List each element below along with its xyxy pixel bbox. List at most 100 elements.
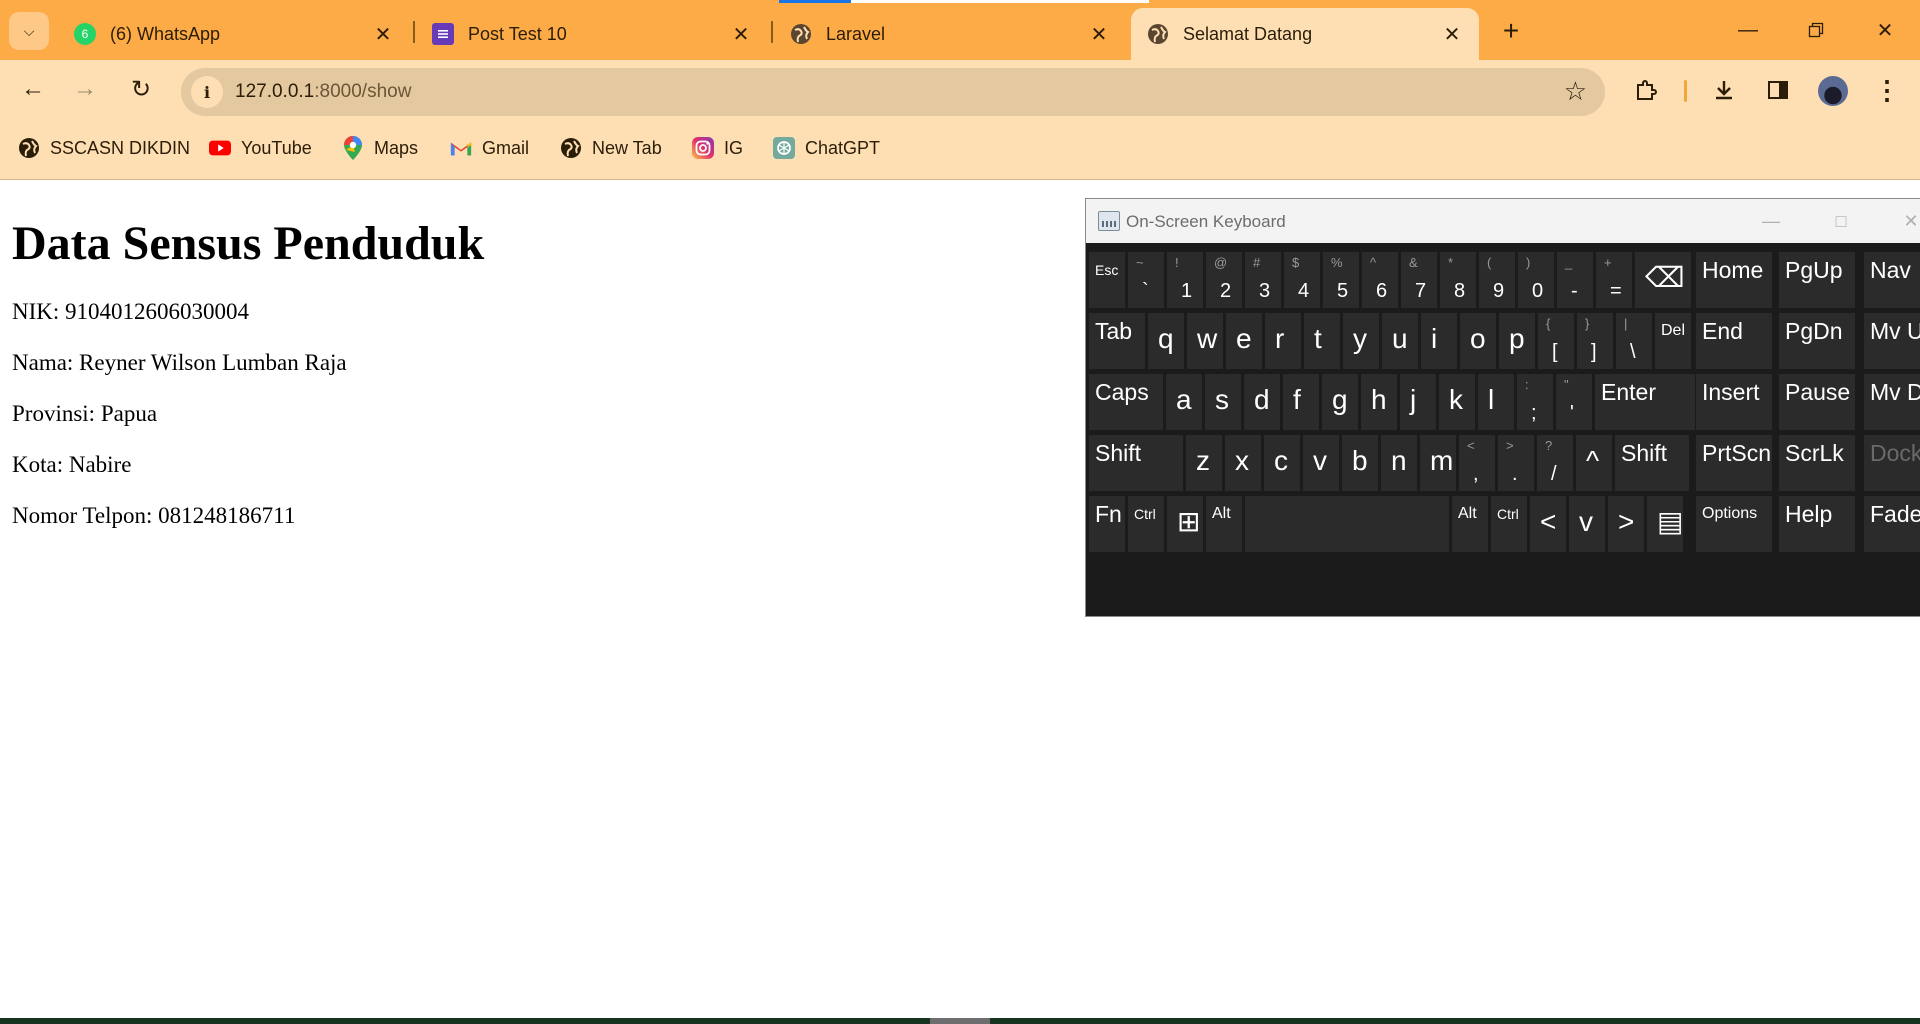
- osk-key[interactable]: & 7: [1400, 251, 1438, 309]
- osk-key[interactable]: ) 0: [1517, 251, 1555, 309]
- osk-key[interactable]: a: [1165, 373, 1203, 431]
- bookmark-youtube[interactable]: YouTube: [209, 136, 312, 160]
- osk-key[interactable]: ^: [1575, 434, 1613, 492]
- osk-key[interactable]: <,: [1458, 434, 1496, 492]
- osk-key[interactable]: Ctrl: [1490, 495, 1528, 553]
- osk-key[interactable]: [1244, 495, 1450, 553]
- osk-key[interactable]: Shift: [1614, 434, 1690, 492]
- osk-key[interactable]: ^ 6: [1361, 251, 1399, 309]
- osk-key[interactable]: Del: [1654, 312, 1692, 370]
- osk-key[interactable]: % 5: [1322, 251, 1360, 309]
- osk-key[interactable]: v: [1568, 495, 1606, 553]
- bookmark-maps[interactable]: Maps: [342, 136, 418, 160]
- osk-key[interactable]: y: [1342, 312, 1380, 370]
- osk-title-bar[interactable]: On-Screen Keyboard — □ ✕: [1086, 199, 1920, 243]
- osk-key[interactable]: Dock: [1863, 434, 1920, 492]
- osk-key[interactable]: v: [1302, 434, 1340, 492]
- osk-key[interactable]: @2: [1205, 251, 1243, 309]
- osk-key[interactable]: PgDn: [1778, 312, 1856, 370]
- osk-key[interactable]: $4: [1283, 251, 1321, 309]
- osk-key[interactable]: e: [1225, 312, 1263, 370]
- osk-key[interactable]: ScrLk: [1778, 434, 1856, 492]
- osk-key[interactable]: Help: [1778, 495, 1856, 553]
- close-icon[interactable]: ✕: [1088, 23, 1110, 46]
- close-icon[interactable]: ✕: [730, 23, 752, 46]
- osk-key[interactable]: >.: [1497, 434, 1535, 492]
- minimize-button[interactable]: —: [1718, 8, 1778, 52]
- osk-key[interactable]: h: [1360, 373, 1398, 431]
- osk-key[interactable]: z: [1185, 434, 1223, 492]
- osk-key[interactable]: + =: [1595, 251, 1633, 309]
- osk-key[interactable]: ~ `: [1127, 251, 1165, 309]
- osk-key[interactable]: Tab: [1088, 312, 1146, 370]
- osk-key[interactable]: i: [1420, 312, 1458, 370]
- osk-key[interactable]: w: [1186, 312, 1224, 370]
- osk-key[interactable]: Alt: [1451, 495, 1489, 553]
- osk-key[interactable]: (9: [1478, 251, 1516, 309]
- osk-key[interactable]: * 8: [1439, 251, 1477, 309]
- osk-key[interactable]: m: [1419, 434, 1457, 492]
- osk-key[interactable]: End: [1695, 312, 1773, 370]
- osk-key[interactable]: Fade: [1863, 495, 1920, 553]
- osk-key[interactable]: Nav: [1863, 251, 1920, 309]
- osk-key[interactable]: <: [1529, 495, 1567, 553]
- osk-key[interactable]: Fn: [1088, 495, 1126, 553]
- bookmark-chatgpt[interactable]: ChatGPT: [773, 136, 880, 160]
- osk-key[interactable]: }]: [1576, 312, 1614, 370]
- osk-key[interactable]: u: [1381, 312, 1419, 370]
- new-tab-button[interactable]: +: [1494, 14, 1528, 48]
- site-info-icon[interactable]: i: [191, 76, 223, 108]
- scroll-thumb[interactable]: [930, 1018, 990, 1024]
- tab-post-test-10[interactable]: Post Test 10 ✕: [416, 8, 768, 60]
- osk-key[interactable]: Esc: [1088, 251, 1126, 309]
- osk-key[interactable]: " ': [1555, 373, 1593, 431]
- forward-button[interactable]: →: [66, 70, 104, 108]
- close-icon[interactable]: ✕: [1441, 23, 1463, 46]
- profile-avatar[interactable]: [1818, 76, 1848, 106]
- close-window-button[interactable]: ✕: [1855, 8, 1915, 52]
- osk-key[interactable]: :;: [1516, 373, 1554, 431]
- osk-key[interactable]: n: [1380, 434, 1418, 492]
- osk-key[interactable]: o: [1459, 312, 1497, 370]
- osk-key[interactable]: d: [1243, 373, 1281, 431]
- osk-key[interactable]: ⊞: [1166, 495, 1204, 553]
- osk-key[interactable]: x: [1224, 434, 1262, 492]
- restore-button[interactable]: [1786, 8, 1846, 52]
- close-icon[interactable]: ✕: [372, 23, 394, 46]
- osk-key[interactable]: ? /: [1536, 434, 1574, 492]
- osk-key[interactable]: PgUp: [1778, 251, 1856, 309]
- osk-key[interactable]: | \: [1615, 312, 1653, 370]
- osk-key[interactable]: c: [1263, 434, 1301, 492]
- osk-key[interactable]: Alt: [1205, 495, 1243, 553]
- bookmark-star-icon[interactable]: ☆: [1564, 77, 1587, 105]
- osk-key[interactable]: g: [1321, 373, 1359, 431]
- osk-key[interactable]: Mv Dn: [1863, 373, 1920, 431]
- url-text[interactable]: 127.0.0.1:8000/show: [235, 81, 411, 103]
- osk-key[interactable]: b: [1341, 434, 1379, 492]
- back-button[interactable]: ←: [14, 70, 52, 108]
- osk-key[interactable]: >: [1607, 495, 1645, 553]
- osk-key[interactable]: j: [1399, 373, 1437, 431]
- extensions-button[interactable]: [1628, 72, 1664, 108]
- osk-minimize-button[interactable]: —: [1756, 207, 1786, 235]
- osk-key[interactable]: Caps: [1088, 373, 1164, 431]
- osk-key[interactable]: ⌫: [1634, 251, 1692, 309]
- osk-key[interactable]: q: [1147, 312, 1185, 370]
- osk-key[interactable]: Insert: [1695, 373, 1773, 431]
- bookmark-gmail[interactable]: Gmail: [450, 136, 529, 160]
- bookmark-sscasn[interactable]: SSCASN DIKDIN: [18, 136, 190, 160]
- reload-button[interactable]: ↻: [122, 70, 160, 108]
- bookmark-ig[interactable]: IG: [692, 136, 743, 160]
- osk-key[interactable]: l: [1477, 373, 1515, 431]
- osk-key[interactable]: PrtScn: [1695, 434, 1773, 492]
- tab-search-button[interactable]: ⌵: [9, 12, 49, 50]
- tab-whatsapp[interactable]: 6 (6) WhatsApp ✕: [58, 8, 410, 60]
- osk-key[interactable]: ▤: [1646, 495, 1684, 553]
- osk-key[interactable]: Ctrl: [1127, 495, 1165, 553]
- downloads-button[interactable]: [1706, 72, 1742, 108]
- osk-key[interactable]: Options: [1695, 495, 1773, 553]
- osk-key[interactable]: Shift: [1088, 434, 1184, 492]
- osk-key[interactable]: Enter: [1594, 373, 1696, 431]
- bookmark-new-tab[interactable]: New Tab: [560, 136, 662, 160]
- osk-key[interactable]: Home: [1695, 251, 1773, 309]
